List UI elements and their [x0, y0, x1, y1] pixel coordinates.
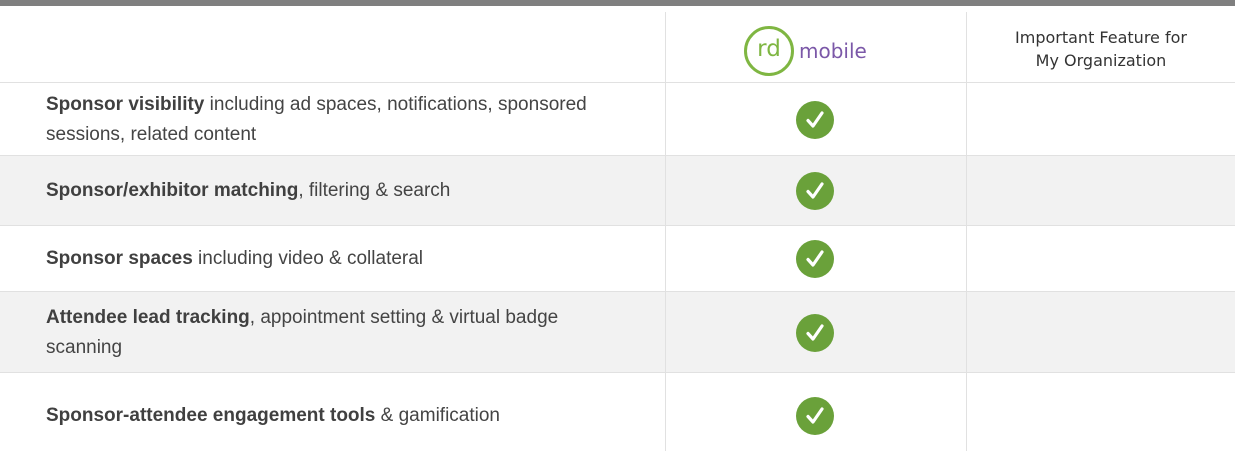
- checkmark-icon: [796, 100, 834, 139]
- table-row: Sponsor-attendee engagement tools & gami…: [0, 372, 1235, 451]
- table-row: Attendee lead tracking, appointment sett…: [0, 291, 1235, 373]
- comparison-table: rd mobile Important Feature for My Organ…: [0, 0, 1235, 451]
- table-row: Sponsor visibility including ad spaces, …: [0, 82, 1235, 156]
- feature-detail: , filtering & search: [298, 180, 451, 201]
- table-row: Sponsor/exhibitor matching, filtering & …: [0, 155, 1235, 226]
- feature-detail: including video & collateral: [192, 248, 424, 269]
- column-divider: [966, 12, 967, 451]
- feature-label: Attendee lead tracking, appointment sett…: [46, 303, 566, 363]
- feature-label: Sponsor visibility including ad spaces, …: [46, 90, 626, 150]
- feature-label: Sponsor spaces including video & collate…: [46, 244, 606, 274]
- feature-name: Sponsor-attendee engagement tools: [46, 404, 376, 426]
- checkmark-icon: [796, 396, 834, 435]
- feature-name: Sponsor spaces: [46, 248, 193, 269]
- feature-name: Sponsor visibility: [46, 93, 205, 115]
- table-header-row: rd mobile Important Feature for My Organ…: [0, 12, 1235, 82]
- feature-name: Attendee lead tracking: [46, 306, 250, 328]
- feature-name: Sponsor/exhibitor matching: [46, 180, 299, 201]
- feature-label: Sponsor/exhibitor matching, filtering & …: [46, 176, 606, 206]
- column-divider: [665, 12, 666, 451]
- table-row: Sponsor spaces including video & collate…: [0, 225, 1235, 292]
- logo-rd-text: rd: [757, 36, 781, 62]
- rd-mobile-logo: rd mobile: [744, 26, 894, 80]
- feature-label: Sponsor-attendee engagement tools & gami…: [46, 401, 506, 431]
- checkmark-icon: [796, 313, 834, 352]
- logo-mobile-text: mobile: [799, 39, 867, 63]
- checkmark-icon: [796, 172, 834, 210]
- feature-detail: & gamification: [375, 404, 500, 426]
- checkmark-icon: [796, 240, 834, 278]
- important-feature-header: Important Feature for My Organization: [1015, 28, 1187, 70]
